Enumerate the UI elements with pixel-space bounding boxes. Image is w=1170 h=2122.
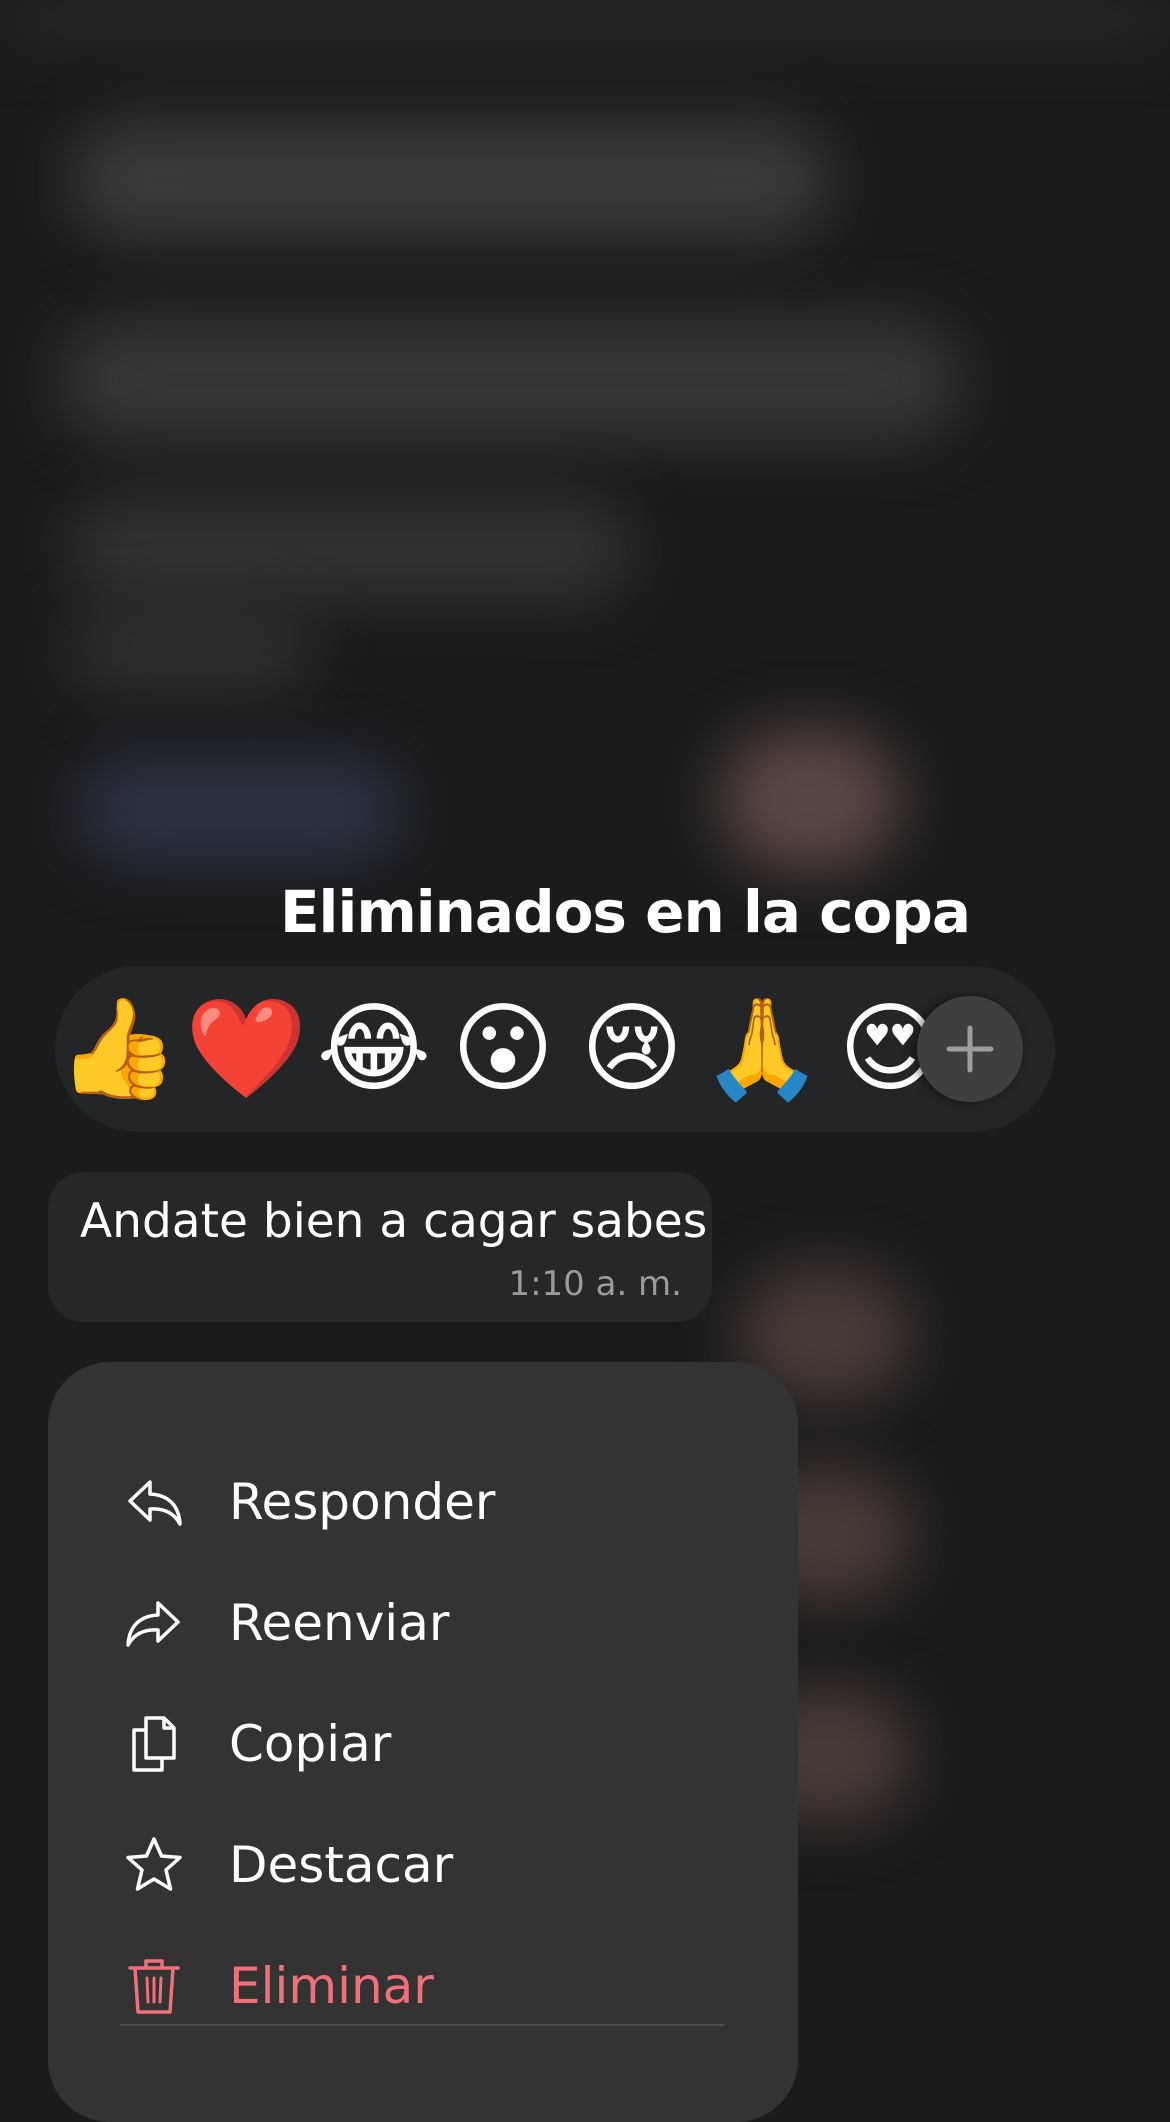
chat-title: Eliminados en la copa bbox=[279, 878, 971, 946]
reaction-red-heart[interactable]: ❤️ bbox=[185, 991, 307, 1107]
copy-icon bbox=[132, 1716, 176, 1772]
menu-label-delete: Eliminar bbox=[229, 1957, 434, 2015]
reaction-surprised[interactable]: 😮 bbox=[443, 991, 563, 1107]
message-bubble[interactable]: Andate bien a cagar sabes 1:10 a. m. bbox=[48, 1172, 712, 1322]
menu-item-forward[interactable]: Reenviar bbox=[48, 1573, 798, 1673]
message-timestamp: 1:10 a. m. bbox=[508, 1264, 682, 1304]
message-text: Andate bien a cagar sabes bbox=[80, 1194, 708, 1249]
reaction-folded-hands[interactable]: 🙏 bbox=[701, 991, 823, 1107]
menu-item-star[interactable]: Destacar bbox=[48, 1815, 798, 1915]
forward-icon bbox=[126, 1601, 180, 1647]
reaction-thumbs-up[interactable]: 👍 bbox=[57, 991, 179, 1107]
plus-icon bbox=[946, 1025, 994, 1073]
menu-divider bbox=[120, 2024, 724, 2026]
reaction-crying[interactable]: 😢 bbox=[572, 991, 692, 1107]
trash-icon bbox=[128, 1959, 180, 2014]
menu-label-star: Destacar bbox=[229, 1836, 454, 1894]
menu-label-forward: Reenviar bbox=[229, 1594, 450, 1652]
menu-item-copy[interactable]: Copiar bbox=[48, 1694, 798, 1794]
reaction-bar: 👍 ❤️ 😂 😮 😢 🙏 😍 bbox=[55, 966, 1055, 1132]
reaction-tears-of-joy[interactable]: 😂 bbox=[314, 991, 434, 1107]
more-reactions-button[interactable] bbox=[917, 996, 1023, 1102]
message-context-menu: Responder Reenviar Copiar Destacar Elimi… bbox=[48, 1362, 798, 2122]
star-icon bbox=[126, 1837, 182, 1891]
menu-item-reply[interactable]: Responder bbox=[48, 1452, 798, 1552]
menu-label-reply: Responder bbox=[229, 1473, 496, 1531]
menu-item-delete[interactable]: Eliminar bbox=[48, 1936, 798, 2036]
menu-label-copy: Copiar bbox=[229, 1715, 392, 1773]
reply-icon bbox=[128, 1480, 182, 1526]
